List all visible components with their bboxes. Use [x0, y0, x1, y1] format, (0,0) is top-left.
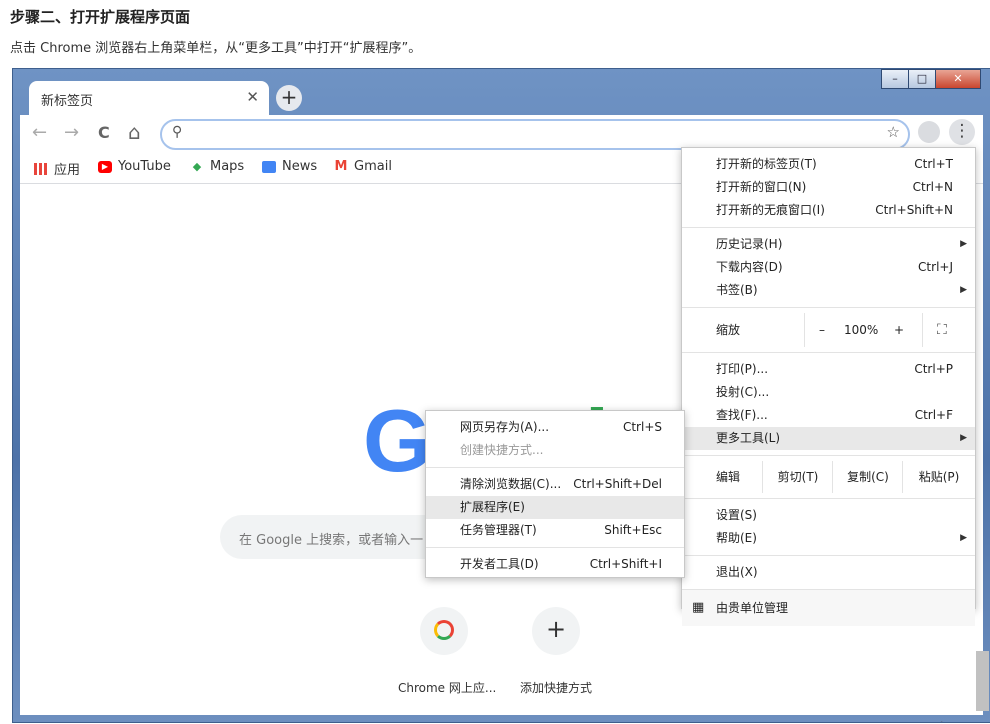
- menu-item-find[interactable]: 查找(F)... Ctrl+F: [682, 404, 975, 427]
- tab-close-icon[interactable]: ✕: [246, 88, 259, 106]
- menu-item-cast[interactable]: 投射(C)...: [682, 381, 975, 404]
- chevron-right-icon: ▶: [960, 239, 967, 249]
- close-window-button[interactable]: ✕: [935, 69, 981, 89]
- bookmark-star-icon[interactable]: ☆: [887, 123, 900, 141]
- menu-item-more-tools[interactable]: 更多工具(L) ▶: [682, 427, 975, 450]
- search-icon: ⚲: [172, 124, 183, 140]
- paste-button[interactable]: 粘贴(P): [902, 461, 975, 493]
- bookmark-label: Gmail: [354, 159, 392, 174]
- bookmark-label: Maps: [210, 159, 245, 174]
- maps-icon: ◆: [192, 159, 202, 173]
- shortcut-label: Chrome 网上应...: [398, 681, 497, 695]
- submenu-item-task-manager[interactable]: 任务管理器(T) Shift+Esc: [426, 519, 684, 542]
- news-icon: [262, 160, 276, 173]
- edit-row: 编辑 剪切(T) 复制(C) 粘贴(P): [682, 461, 975, 493]
- zoom-row: 缩放 – 100% + ⛶: [682, 313, 975, 347]
- more-tools-submenu: 网页另存为(A)... Ctrl+S 创建快捷方式... 清除浏览数据(C)...…: [425, 410, 685, 578]
- menu-item-exit[interactable]: 退出(X): [682, 561, 975, 584]
- menu-item-help[interactable]: 帮助(E) ▶: [682, 527, 975, 550]
- submenu-item-dev-tools[interactable]: 开发者工具(D) Ctrl+Shift+I: [426, 553, 684, 576]
- bookmark-youtube[interactable]: ▶ YouTube: [98, 159, 171, 174]
- shortcut-label: 添加快捷方式: [520, 681, 593, 695]
- chrome-webstore-icon: [434, 620, 454, 640]
- scrollbar[interactable]: [976, 651, 989, 711]
- zoom-value: 100%: [844, 323, 879, 337]
- menu-item-print[interactable]: 打印(P)... Ctrl+P: [682, 358, 975, 381]
- plus-icon: +: [545, 615, 567, 643]
- apps-icon: [34, 162, 48, 175]
- menu-item-incognito[interactable]: 打开新的无痕窗口(I) Ctrl+Shift+N: [682, 199, 975, 222]
- submenu-item-extensions[interactable]: 扩展程序(E): [426, 496, 684, 519]
- search-placeholder: 在 Google 上搜索，或者输入一: [239, 533, 424, 548]
- menu-item-new-tab[interactable]: 打开新的标签页(T) Ctrl+T: [682, 153, 975, 176]
- chevron-right-icon: ▶: [960, 433, 967, 443]
- step-description: 点击 Chrome 浏览器右上角菜单栏，从“更多工具”中打开“扩展程序”。: [10, 41, 422, 56]
- menu-item-history[interactable]: 历史记录(H) ▶: [682, 233, 975, 256]
- step-title: 步骤二、打开扩展程序页面: [10, 8, 191, 26]
- tab-title: 新标签页: [41, 94, 94, 109]
- browser-tab[interactable]: 新标签页 ✕: [29, 81, 269, 115]
- bookmark-maps[interactable]: ◆ Maps: [190, 159, 244, 174]
- reload-icon[interactable]: C: [98, 123, 110, 142]
- bookmark-label: YouTube: [118, 159, 171, 174]
- add-shortcut-button[interactable]: +: [532, 607, 580, 655]
- zoom-label: 缩放: [716, 323, 741, 337]
- submenu-item-save-page[interactable]: 网页另存为(A)... Ctrl+S: [426, 416, 684, 439]
- minimize-button[interactable]: –: [881, 69, 909, 89]
- bookmark-apps[interactable]: 应用: [34, 159, 80, 178]
- menu-item-new-window[interactable]: 打开新的窗口(N) Ctrl+N: [682, 176, 975, 199]
- profile-avatar[interactable]: [918, 121, 940, 143]
- bookmark-label: News: [282, 159, 318, 174]
- shortcut-chrome-webstore[interactable]: [420, 607, 468, 655]
- cut-button[interactable]: 剪切(T): [762, 461, 833, 493]
- home-icon[interactable]: ⌂: [128, 120, 141, 144]
- toolbar: ← → C ⌂ ⚲ ☆ ⋮: [20, 115, 983, 151]
- chrome-menu: 打开新的标签页(T) Ctrl+T 打开新的窗口(N) Ctrl+N 打开新的无痕窗…: [681, 147, 976, 626]
- gear-icon[interactable]: ⚙: [934, 719, 949, 722]
- forward-icon[interactable]: →: [64, 122, 79, 143]
- chrome-menu-button[interactable]: ⋮: [949, 119, 975, 145]
- maximize-button[interactable]: □: [908, 69, 936, 89]
- address-bar[interactable]: ⚲ ☆: [160, 119, 910, 150]
- gmail-icon: M: [334, 158, 348, 174]
- menu-item-managed[interactable]: ▦ 由贵单位管理: [682, 590, 975, 626]
- bookmark-news[interactable]: News: [262, 159, 317, 174]
- bookmark-gmail[interactable]: M Gmail: [334, 159, 392, 174]
- back-icon[interactable]: ←: [32, 122, 47, 143]
- bookmark-label: 应用: [54, 163, 81, 178]
- new-tab-button[interactable]: +: [276, 85, 302, 111]
- copy-button[interactable]: 复制(C): [832, 461, 903, 493]
- chevron-right-icon: ▶: [960, 285, 967, 295]
- fullscreen-icon[interactable]: ⛶: [937, 313, 947, 347]
- zoom-in-button[interactable]: +: [894, 313, 904, 347]
- submenu-item-clear-data[interactable]: 清除浏览数据(C)... Ctrl+Shift+Del: [426, 473, 684, 496]
- menu-item-settings[interactable]: 设置(S): [682, 504, 975, 527]
- zoom-out-button[interactable]: –: [819, 313, 825, 347]
- submenu-item-create-shortcut: 创建快捷方式...: [460, 443, 544, 457]
- edit-label: 编辑: [716, 470, 741, 484]
- building-icon: ▦: [692, 600, 705, 615]
- menu-item-bookmarks[interactable]: 书签(B) ▶: [682, 279, 975, 302]
- window-controls: – □ ✕: [881, 69, 981, 89]
- youtube-icon: ▶: [98, 160, 112, 173]
- menu-item-downloads[interactable]: 下载内容(D) Ctrl+J: [682, 256, 975, 279]
- chevron-right-icon: ▶: [960, 533, 967, 543]
